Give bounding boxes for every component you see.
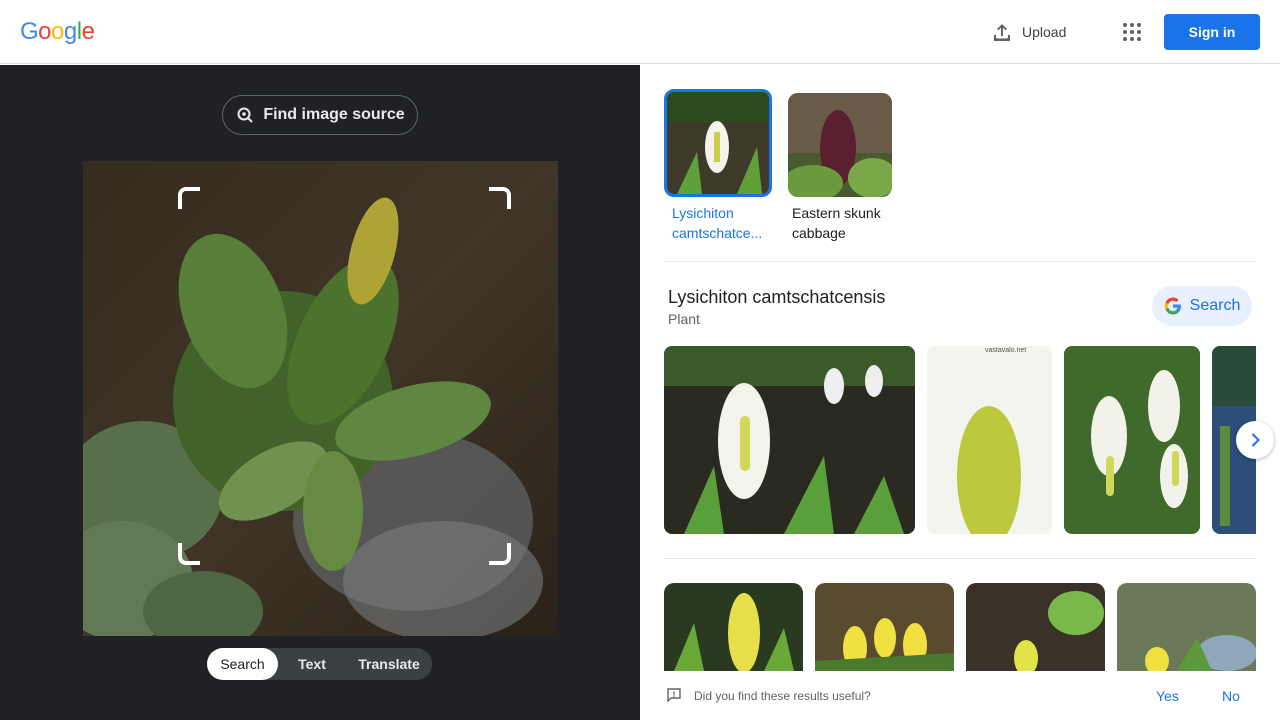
entity-title: Lysichiton camtschatcensis bbox=[668, 287, 886, 307]
google-logo[interactable]: Google bbox=[20, 18, 95, 46]
find-image-source-button[interactable]: Find image source bbox=[222, 95, 418, 135]
gallery-image[interactable] bbox=[1064, 346, 1200, 534]
mode-search-tab[interactable]: Search bbox=[207, 648, 278, 680]
lens-mode-toggle: Search Text Translate bbox=[207, 648, 432, 680]
crop-corner-top-right[interactable] bbox=[489, 187, 511, 209]
thumbnail-image bbox=[664, 89, 772, 197]
gallery-image[interactable]: vastavalo.net bbox=[927, 346, 1052, 534]
watermark-text: vastavalo.net bbox=[985, 347, 1026, 354]
feedback-icon bbox=[667, 688, 681, 703]
logo-letter: o bbox=[38, 18, 52, 45]
results-panel: Lysichiton camtschatce... Eastern skunk … bbox=[640, 65, 1280, 720]
sign-in-button[interactable]: Sign in bbox=[1164, 14, 1260, 50]
chevron-right-icon bbox=[1251, 433, 1260, 447]
result-image[interactable] bbox=[664, 583, 803, 671]
mode-translate-tab[interactable]: Translate bbox=[346, 648, 432, 680]
google-search-button[interactable]: Search bbox=[1152, 286, 1252, 326]
apps-grid-icon bbox=[1123, 23, 1141, 41]
feedback-yes-button[interactable]: Yes bbox=[1156, 688, 1179, 704]
visual-match-thumbnail[interactable]: Lysichiton camtschatce... bbox=[664, 89, 772, 243]
find-source-label: Find image source bbox=[263, 106, 405, 123]
google-search-label: Search bbox=[1189, 297, 1241, 314]
mode-text-tab[interactable]: Text bbox=[278, 648, 346, 680]
feedback-no-button[interactable]: No bbox=[1222, 688, 1240, 704]
visual-match-thumbnail[interactable]: Eastern skunk cabbage bbox=[788, 93, 896, 243]
feedback-bar: Did you find these results useful? Yes N… bbox=[640, 671, 1280, 720]
apps-grid-button[interactable] bbox=[1120, 20, 1144, 44]
divider bbox=[664, 261, 1256, 262]
crop-corner-top-left[interactable] bbox=[178, 187, 200, 209]
crop-corner-bottom-right[interactable] bbox=[489, 543, 511, 565]
result-image[interactable] bbox=[966, 583, 1105, 671]
thumbnail-label: Lysichiton camtschatce... bbox=[672, 205, 763, 241]
result-image[interactable] bbox=[815, 583, 954, 671]
google-g-icon bbox=[1164, 297, 1181, 315]
upload-button[interactable]: Upload bbox=[990, 18, 1066, 46]
lens-search-icon bbox=[237, 107, 254, 123]
thumbnail-label: Eastern skunk cabbage bbox=[792, 205, 881, 241]
upload-icon bbox=[994, 24, 1010, 41]
logo-letter: o bbox=[51, 18, 64, 45]
entity-subtitle: Plant bbox=[668, 311, 700, 327]
logo-letter: g bbox=[63, 18, 77, 45]
gallery-image[interactable] bbox=[664, 346, 915, 534]
top-bar: Google Upload Sign in bbox=[0, 0, 1280, 64]
feedback-question: Did you find these results useful? bbox=[694, 689, 871, 703]
logo-letter: e bbox=[81, 18, 95, 45]
thumbnail-image bbox=[788, 93, 892, 197]
uploaded-image bbox=[83, 161, 558, 636]
plant-photo bbox=[83, 161, 558, 636]
logo-letter: G bbox=[20, 18, 39, 45]
gallery-next-button[interactable] bbox=[1236, 421, 1274, 459]
lens-image-panel: Find image source Search Text Translate bbox=[0, 65, 640, 720]
result-image[interactable] bbox=[1117, 583, 1256, 671]
upload-label: Upload bbox=[1022, 24, 1067, 40]
crop-corner-bottom-left[interactable] bbox=[178, 543, 200, 565]
divider bbox=[664, 558, 1256, 559]
